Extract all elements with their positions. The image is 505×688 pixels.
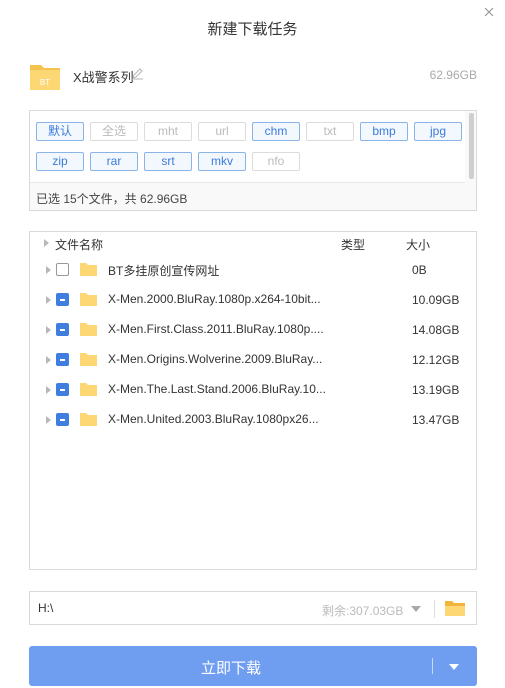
- filter-chip-bmp[interactable]: bmp: [360, 122, 408, 141]
- list-item[interactable]: X-Men.Origins.Wolverine.2009.BluRay... 1…: [30, 345, 476, 375]
- row-size: 0B: [412, 263, 427, 277]
- expand-all-icon[interactable]: [44, 239, 49, 247]
- row-size: 12.12GB: [412, 353, 460, 367]
- filter-chip-mkv[interactable]: mkv: [198, 152, 246, 171]
- filter-chip-mht[interactable]: mht: [144, 122, 192, 141]
- row-size: 13.19GB: [412, 383, 460, 397]
- folder-icon: [80, 413, 97, 426]
- filter-chip-nfo[interactable]: nfo: [252, 152, 300, 171]
- file-list: 文件名称 类型 大小 BT多挂原创宣传网址 0B X-Men.2000.BluR…: [29, 231, 477, 570]
- download-now-button[interactable]: 立即下载: [29, 646, 477, 686]
- row-checkbox[interactable]: [56, 323, 69, 336]
- list-item[interactable]: BT多挂原创宣传网址 0B: [30, 255, 476, 285]
- filter-chip-zip[interactable]: zip: [36, 152, 84, 171]
- folder-icon: [80, 383, 97, 396]
- save-path-input[interactable]: H:\: [38, 601, 53, 615]
- folder-icon: [80, 293, 97, 306]
- list-item[interactable]: X-Men.The.Last.Stand.2006.BluRay.10... 1…: [30, 375, 476, 405]
- list-item[interactable]: X-Men.2000.BluRay.1080p.x264-10bit... 10…: [30, 285, 476, 315]
- row-size: 13.47GB: [412, 413, 460, 427]
- filter-chip-default[interactable]: 默认: [36, 122, 84, 141]
- filter-chip-chm[interactable]: chm: [252, 122, 300, 141]
- path-divider: [434, 600, 435, 618]
- expand-icon[interactable]: [46, 266, 51, 274]
- dialog-title: 新建下载任务: [207, 21, 298, 38]
- download-options-chevron-icon[interactable]: [449, 664, 459, 670]
- expand-icon[interactable]: [46, 326, 51, 334]
- filter-chip-select-all[interactable]: 全选: [90, 122, 138, 141]
- row-name: X-Men.Origins.Wolverine.2009.BluRay...: [108, 352, 323, 366]
- row-checkbox[interactable]: [56, 293, 69, 306]
- filter-chip-srt[interactable]: srt: [144, 152, 192, 171]
- save-path-field[interactable]: H:\ 剩余:307.03GB: [29, 591, 477, 625]
- expand-icon[interactable]: [46, 386, 51, 394]
- bt-badge: BT: [40, 78, 50, 87]
- close-icon[interactable]: [482, 5, 496, 19]
- filter-chip-url[interactable]: url: [198, 122, 246, 141]
- button-divider: [432, 658, 433, 674]
- list-item[interactable]: X-Men.United.2003.BluRay.1080px26... 13.…: [30, 405, 476, 435]
- free-space-label: 剩余:307.03GB: [322, 604, 404, 618]
- column-header-size[interactable]: 大小: [406, 236, 430, 253]
- folder-icon: [80, 353, 97, 366]
- filter-chip-txt[interactable]: txt: [306, 122, 354, 141]
- column-header-name[interactable]: 文件名称: [55, 236, 103, 253]
- folder-icon: [80, 263, 97, 276]
- torrent-size: 62.96GB: [429, 68, 477, 82]
- torrent-name: X战警系列: [73, 70, 134, 85]
- download-button-label: 立即下载: [200, 660, 261, 677]
- row-checkbox[interactable]: [56, 413, 69, 426]
- filter-chip-rar[interactable]: rar: [90, 152, 138, 171]
- expand-icon[interactable]: [46, 296, 51, 304]
- selection-summary: 已选 15个文件，共 62.96GB: [36, 192, 188, 206]
- chevron-down-icon[interactable]: [411, 606, 421, 612]
- row-size: 14.08GB: [412, 323, 460, 337]
- row-checkbox[interactable]: [56, 263, 69, 276]
- edit-name-icon[interactable]: [131, 67, 144, 80]
- folder-icon: [80, 323, 97, 336]
- filter-chip-area: 默认 全选 mht url chm txt bmp jpg zip rar sr…: [30, 111, 465, 183]
- torrent-info: BT X战警系列 62.96GB: [29, 60, 477, 92]
- row-checkbox[interactable]: [56, 353, 69, 366]
- list-item[interactable]: X-Men.First.Class.2011.BluRay.1080p.... …: [30, 315, 476, 345]
- filter-chip-jpg[interactable]: jpg: [414, 122, 462, 141]
- row-name: BT多挂原创宣传网址: [108, 264, 220, 278]
- expand-icon[interactable]: [46, 416, 51, 424]
- row-name: X-Men.The.Last.Stand.2006.BluRay.10...: [108, 382, 326, 396]
- column-header-type[interactable]: 类型: [341, 236, 365, 253]
- row-checkbox[interactable]: [56, 383, 69, 396]
- expand-icon[interactable]: [46, 356, 51, 364]
- file-type-filter-panel: 默认 全选 mht url chm txt bmp jpg zip rar sr…: [29, 110, 477, 211]
- row-size: 10.09GB: [412, 293, 460, 307]
- bt-folder-icon: BT: [29, 60, 61, 92]
- row-name: X-Men.First.Class.2011.BluRay.1080p....: [108, 322, 324, 336]
- row-name: X-Men.2000.BluRay.1080p.x264-10bit...: [108, 292, 321, 306]
- browse-folder-icon[interactable]: [444, 599, 466, 617]
- filter-scrollbar[interactable]: [469, 113, 474, 179]
- row-name: X-Men.United.2003.BluRay.1080px26...: [108, 412, 319, 426]
